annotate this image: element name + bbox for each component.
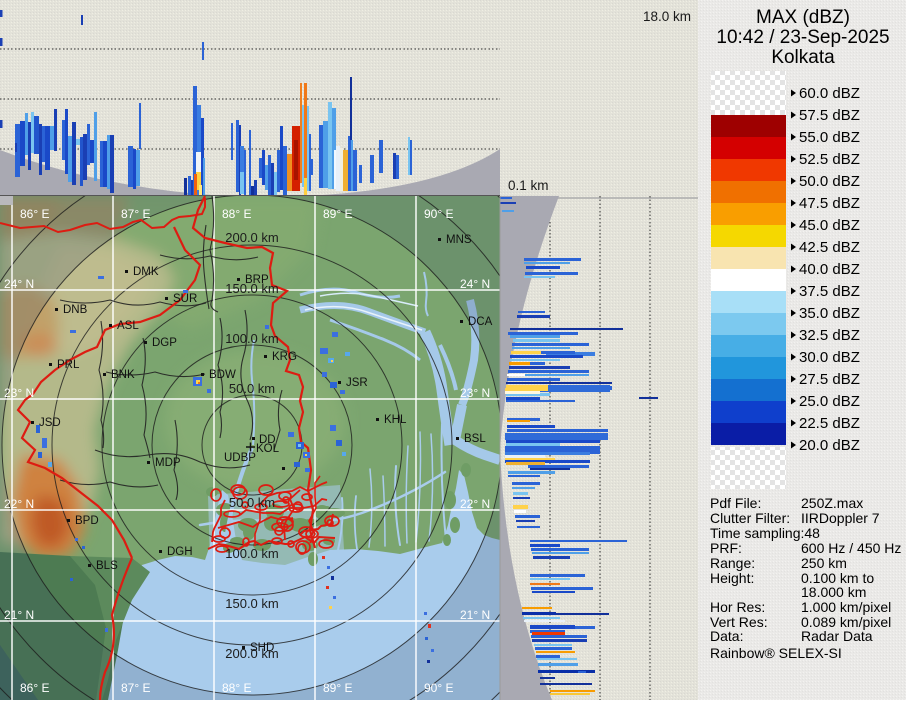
svg-text:47.5 dBZ: 47.5 dBZ: [799, 195, 860, 212]
svg-text:MDP: MDP: [155, 457, 181, 469]
svg-text:86° E: 86° E: [20, 207, 49, 221]
svg-text:50.0 km: 50.0 km: [229, 381, 275, 396]
svg-text:KHL: KHL: [384, 414, 407, 426]
svg-text:KRG: KRG: [272, 351, 297, 363]
svg-text:100.0 km: 100.0 km: [225, 331, 278, 346]
svg-text:250Z.max: 250Z.max: [801, 495, 863, 511]
svg-text:100.0 km: 100.0 km: [225, 546, 278, 561]
svg-text:BRP: BRP: [245, 274, 269, 286]
svg-text:DGH: DGH: [167, 546, 193, 558]
svg-text:Kolkata: Kolkata: [771, 47, 835, 68]
svg-text:Range:: Range:: [710, 555, 755, 571]
svg-text:18.000 km: 18.000 km: [801, 584, 866, 600]
svg-text:JSR: JSR: [346, 377, 368, 389]
svg-text:250 km: 250 km: [801, 555, 847, 571]
svg-text:89° E: 89° E: [323, 207, 352, 221]
svg-text:DCA: DCA: [468, 316, 493, 328]
svg-text:10:42 / 23-Sep-2025: 10:42 / 23-Sep-2025: [716, 27, 889, 48]
svg-text:22° N: 22° N: [4, 497, 34, 511]
svg-text:24° N: 24° N: [4, 277, 34, 291]
svg-text:32.5 dBZ: 32.5 dBZ: [799, 327, 860, 344]
svg-text:20.0 dBZ: 20.0 dBZ: [799, 437, 860, 454]
svg-text:Rainbow® SELEX-SI: Rainbow® SELEX-SI: [710, 645, 842, 661]
svg-text:200.0 km: 200.0 km: [225, 230, 278, 245]
svg-text:Hor Res:: Hor Res:: [710, 599, 765, 615]
svg-text:30.0 dBZ: 30.0 dBZ: [799, 349, 860, 366]
svg-text:21° N: 21° N: [4, 608, 34, 622]
svg-text:23° N: 23° N: [4, 386, 34, 400]
svg-text:24° N: 24° N: [460, 277, 490, 291]
svg-text:50.0 km: 50.0 km: [229, 495, 275, 510]
svg-text:50.0 dBZ: 50.0 dBZ: [799, 173, 860, 190]
svg-text:MNS: MNS: [446, 234, 472, 246]
svg-text:Radar Data: Radar Data: [801, 628, 873, 644]
svg-text:22° N: 22° N: [460, 497, 490, 511]
svg-text:87° E: 87° E: [121, 681, 150, 695]
svg-text:21° N: 21° N: [460, 608, 490, 622]
svg-text:1.000 km/pixel: 1.000 km/pixel: [801, 599, 891, 615]
svg-text:Data:: Data:: [710, 628, 743, 644]
svg-text:0.1 km: 0.1 km: [508, 178, 549, 193]
svg-text:BSL: BSL: [464, 433, 486, 445]
svg-text:600 Hz / 450 Hz: 600 Hz / 450 Hz: [801, 540, 901, 556]
svg-text:52.5 dBZ: 52.5 dBZ: [799, 151, 860, 168]
svg-text:25.0 dBZ: 25.0 dBZ: [799, 393, 860, 410]
svg-text:86° E: 86° E: [20, 681, 49, 695]
svg-text:89° E: 89° E: [323, 681, 352, 695]
svg-text:23° N: 23° N: [460, 386, 490, 400]
svg-text:ASL: ASL: [117, 320, 139, 332]
svg-text:DNB: DNB: [63, 304, 88, 316]
svg-text:BDW: BDW: [209, 369, 236, 381]
svg-text:BPD: BPD: [75, 515, 99, 527]
svg-text:87° E: 87° E: [121, 207, 150, 221]
svg-text:Time sampling:48: Time sampling:48: [710, 525, 820, 541]
svg-text:27.5 dBZ: 27.5 dBZ: [799, 371, 860, 388]
svg-text:Height:: Height:: [710, 570, 754, 586]
svg-text:88° E: 88° E: [222, 681, 251, 695]
svg-text:MAX (dBZ): MAX (dBZ): [756, 7, 850, 28]
svg-text:SHD: SHD: [250, 642, 274, 654]
svg-text:90° E: 90° E: [424, 681, 453, 695]
svg-text:42.5 dBZ: 42.5 dBZ: [799, 239, 860, 256]
svg-text:Clutter Filter:: Clutter Filter:: [710, 510, 790, 526]
svg-text:PRF:: PRF:: [710, 540, 742, 556]
svg-text:40.0 dBZ: 40.0 dBZ: [799, 261, 860, 278]
svg-text:150.0 km: 150.0 km: [225, 596, 278, 611]
svg-text:18.0 km: 18.0 km: [643, 9, 691, 24]
svg-text:Pdf File:: Pdf File:: [710, 495, 761, 511]
svg-text:60.0 dBZ: 60.0 dBZ: [799, 85, 860, 102]
svg-text:BNK: BNK: [111, 369, 135, 381]
svg-text:DMK: DMK: [133, 266, 159, 278]
svg-text:37.5 dBZ: 37.5 dBZ: [799, 283, 860, 300]
svg-text:90° E: 90° E: [424, 207, 453, 221]
svg-text:KOL: KOL: [256, 443, 280, 455]
svg-text:IIRDoppler 7: IIRDoppler 7: [801, 510, 880, 526]
svg-text:BLS: BLS: [96, 560, 118, 572]
svg-text:SUR: SUR: [173, 293, 197, 305]
svg-text:PRL: PRL: [57, 359, 80, 371]
svg-text:57.5 dBZ: 57.5 dBZ: [799, 107, 860, 124]
svg-text:35.0 dBZ: 35.0 dBZ: [799, 305, 860, 322]
svg-text:45.0 dBZ: 45.0 dBZ: [799, 217, 860, 234]
svg-text:22.5 dBZ: 22.5 dBZ: [799, 415, 860, 432]
svg-text:DGP: DGP: [152, 337, 177, 349]
svg-text:88° E: 88° E: [222, 207, 251, 221]
svg-text:55.0 dBZ: 55.0 dBZ: [799, 129, 860, 146]
svg-text:UDBP: UDBP: [224, 452, 256, 464]
svg-text:JSD: JSD: [39, 417, 61, 429]
